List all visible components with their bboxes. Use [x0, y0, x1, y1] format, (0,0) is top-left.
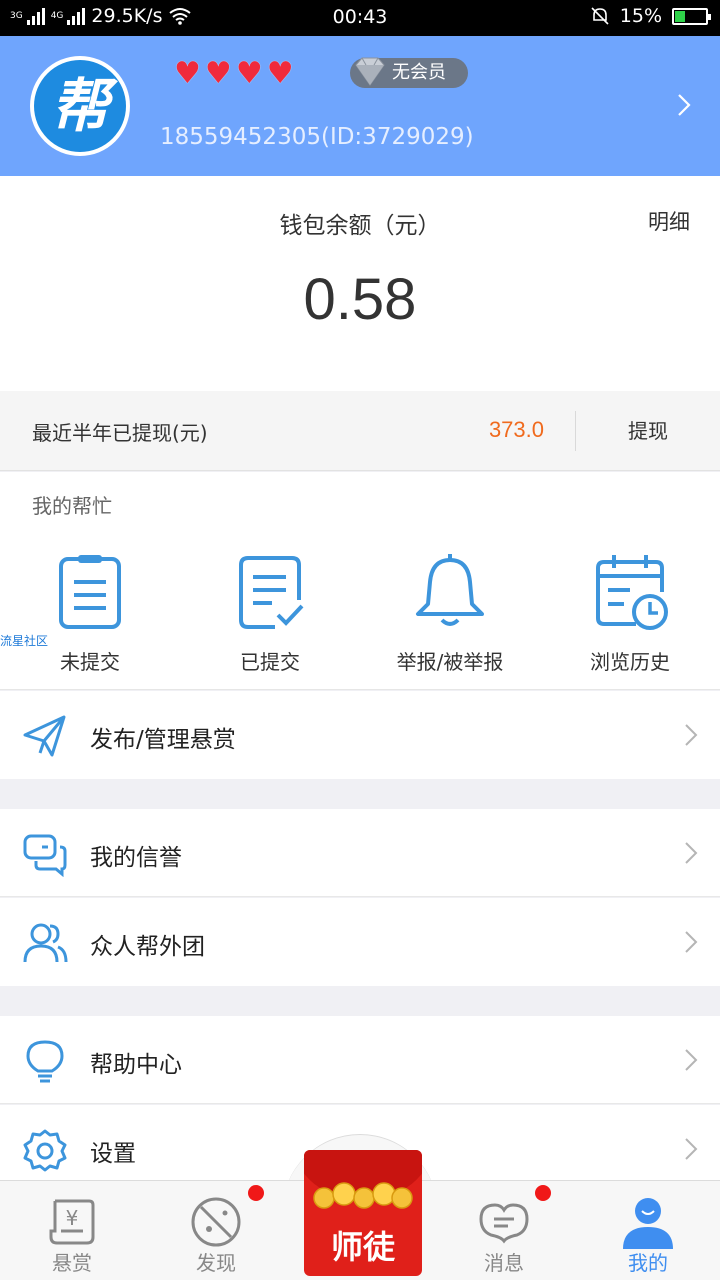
lightbulb-icon — [26, 1040, 64, 1083]
menu-team[interactable]: 众人帮外团 — [0, 898, 720, 986]
mentor-label: 师徒 — [330, 1228, 395, 1266]
my-help-section: 我的帮忙 流星社区 未提交 已提交 举报/被举报 浏览历史 — [0, 472, 720, 690]
chevron-right-icon — [685, 1049, 698, 1071]
menu-label: 众人帮外团 — [90, 934, 205, 960]
grid-item-submitted[interactable]: 已提交 — [180, 552, 360, 675]
tab-label: 悬赏 — [52, 1251, 92, 1275]
withdrawn-label: 最近半年已提现(元) — [32, 421, 208, 445]
menu-label: 设置 — [90, 1141, 136, 1167]
planet-icon — [191, 1197, 241, 1247]
tab-label: 我的 — [628, 1251, 668, 1275]
people-icon — [23, 923, 68, 963]
chevron-right-icon — [685, 931, 698, 953]
app-logo: 帮 — [30, 56, 130, 156]
grid-label: 已提交 — [240, 650, 300, 674]
tab-mine[interactable]: 我的 — [576, 1181, 720, 1280]
menu-publish[interactable]: 发布/管理悬赏 — [0, 691, 720, 779]
battery-icon — [672, 7, 711, 25]
paper-plane-icon — [23, 715, 66, 757]
chat-heart-icon — [479, 1203, 529, 1244]
tab-discover[interactable]: 发现 — [144, 1181, 288, 1280]
mute-bell-icon — [591, 7, 609, 25]
status-bar: 3G 4G 29.5K/s 00:43 15% — [0, 0, 720, 36]
heart-icon: ♥ — [204, 56, 232, 91]
phone-id: 18559452305(ID:3729029) — [160, 124, 474, 150]
tab-label: 发现 — [196, 1251, 236, 1275]
withdraw-button[interactable]: 提现 — [576, 391, 720, 471]
chevron-right-icon[interactable] — [676, 92, 692, 118]
wallet-balance: 0.58 — [303, 267, 417, 332]
menu-credit[interactable]: 我的信誉 — [0, 809, 720, 897]
gold-coins-icon — [313, 1182, 413, 1209]
gear-icon — [23, 1129, 67, 1172]
heart-rating: ♥ ♥ ♥ ♥ — [174, 58, 294, 90]
person-icon — [623, 1198, 673, 1249]
tab-messages[interactable]: 消息 — [432, 1181, 576, 1280]
wallet-title: 钱包余额（元） — [279, 213, 441, 239]
heart-icon: ♥ — [235, 56, 263, 91]
heart-icon: ♥ — [266, 56, 294, 91]
menu-label: 帮助中心 — [90, 1052, 182, 1078]
checked-document-icon — [239, 556, 304, 629]
menu-label: 我的信誉 — [90, 845, 182, 871]
grid-item-history[interactable]: 浏览历史 — [540, 552, 720, 675]
bell-icon — [416, 554, 484, 626]
grid-label: 未提交 — [60, 650, 120, 674]
diamond-icon — [355, 57, 385, 86]
chevron-right-icon — [685, 1138, 698, 1160]
scroll-yen-icon: ¥ — [49, 1199, 95, 1245]
calendar-clock-icon — [596, 555, 668, 630]
profile-header[interactable]: 帮 ♥ ♥ ♥ ♥ 无会员 18559452305(ID:3729029) — [0, 36, 720, 176]
notification-dot — [535, 1185, 551, 1201]
section-title: 我的帮忙 — [32, 494, 112, 518]
mentor-redpacket-button[interactable]: 师徒 — [304, 1150, 422, 1276]
vip-label: 无会员 — [392, 62, 446, 83]
chat-bubbles-icon — [23, 834, 67, 877]
logo-char: 帮 — [34, 60, 126, 152]
help-grid: 未提交 已提交 举报/被举报 浏览历史 — [0, 552, 720, 675]
status-right: 15% — [590, 5, 711, 27]
battery-percent: 15% — [619, 5, 662, 27]
clipboard-icon — [59, 555, 121, 629]
wallet-card: 钱包余额（元） 明细 0.58 — [0, 176, 720, 391]
heart-icon: ♥ — [174, 56, 201, 91]
vip-badge[interactable]: 无会员 — [350, 57, 468, 88]
svg-text:¥: ¥ — [66, 1206, 79, 1230]
notification-dot — [248, 1185, 264, 1201]
tab-bounty[interactable]: ¥ 悬赏 — [0, 1181, 144, 1280]
grid-item-report[interactable]: 举报/被举报 — [360, 552, 540, 675]
withdrawn-row: 最近半年已提现(元) 373.0 提现 — [0, 391, 720, 471]
detail-link[interactable]: 明细 — [648, 206, 690, 236]
menu-label: 发布/管理悬赏 — [90, 727, 236, 753]
withdrawn-amount: 373.0 — [488, 417, 544, 442]
grid-label: 举报/被举报 — [396, 650, 504, 674]
chevron-right-icon — [685, 842, 698, 864]
menu-help-center[interactable]: 帮助中心 — [0, 1016, 720, 1104]
chevron-right-icon — [685, 724, 698, 746]
tab-label: 消息 — [484, 1251, 524, 1275]
grid-label: 浏览历史 — [590, 650, 670, 674]
grid-item-unsubmitted[interactable]: 未提交 — [0, 552, 180, 675]
